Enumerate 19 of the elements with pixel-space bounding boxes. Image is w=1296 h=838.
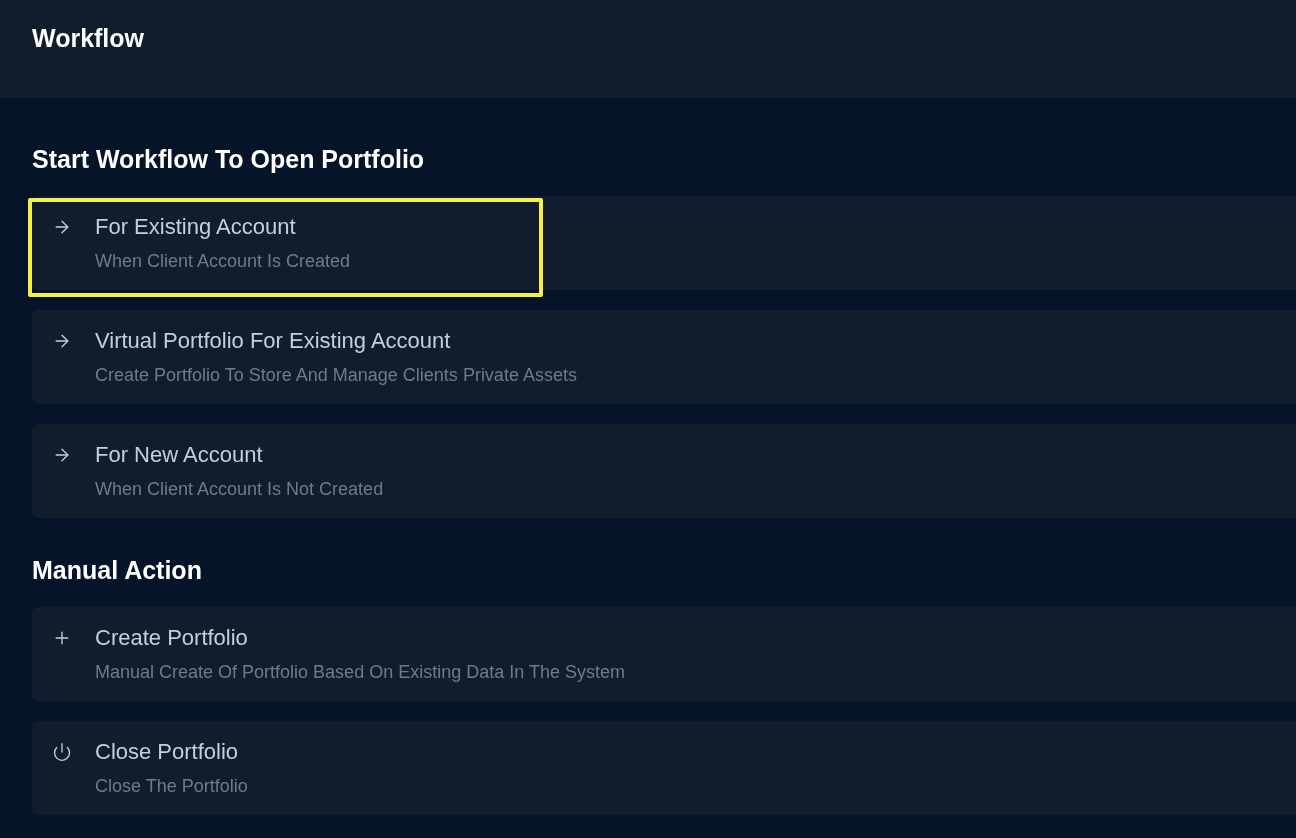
option-title: Virtual Portfolio For Existing Account (95, 327, 452, 355)
option-title: Create Portfolio (95, 624, 249, 652)
option-description: When Client Account Is Created (95, 250, 351, 273)
workflow-option[interactable]: Create Portfolio Manual Create Of Portfolio Based On Existing Data In The System (32, 607, 1296, 701)
option-title: For New Account (95, 441, 264, 469)
option-title: For Existing Account (95, 213, 297, 241)
workflow-option[interactable]: For Existing Account When Client Account Is Created (32, 196, 1296, 290)
section-heading: Start Workflow To Open Portfolio (32, 144, 425, 176)
power-icon (52, 742, 72, 762)
workflow-option[interactable]: For New Account When Client Account Is Not Created (32, 424, 1296, 518)
workflow-option[interactable]: Virtual Portfolio For Existing Account Create Portfolio To Store And Manage Clients Private Assets (32, 310, 1296, 404)
option-title: Close Portfolio (95, 738, 240, 766)
option-description: Close The Portfolio (95, 775, 248, 798)
option-description: Create Portfolio To Store And Manage Clients Private Assets (95, 364, 577, 387)
workflow-option[interactable]: Close Portfolio Close The Portfolio (32, 721, 1296, 815)
option-description: Manual Create Of Portfolio Based On Existing Data In The System (95, 661, 625, 684)
page-title: Workflow (32, 24, 145, 52)
option-description: When Client Account Is Not Created (95, 478, 384, 501)
section-heading: Manual Action (32, 555, 202, 587)
